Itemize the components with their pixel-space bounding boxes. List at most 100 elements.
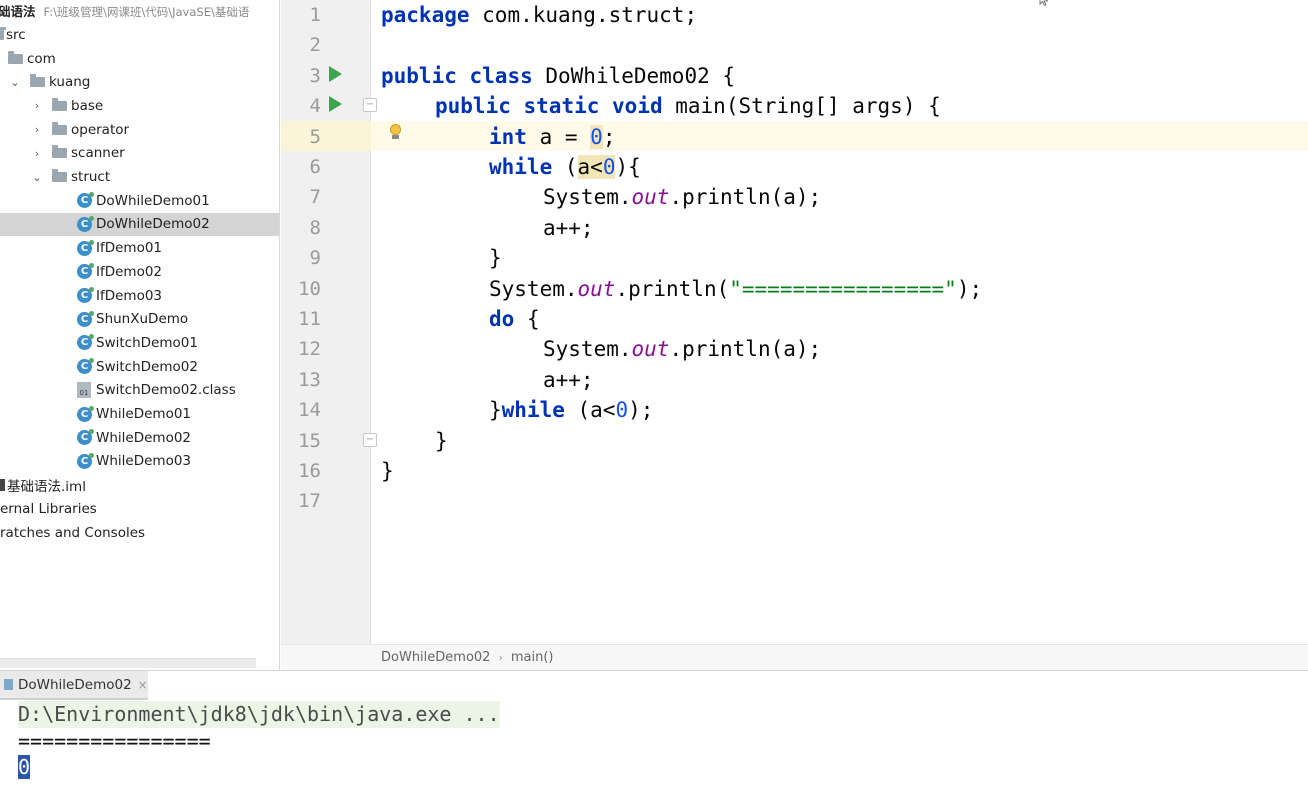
close-icon[interactable]: × (138, 678, 148, 692)
code-editor[interactable]: 1 2 3 4 5 6 7 8 9 10 11 12 13 14 15 16 1… (281, 0, 1308, 670)
folder-icon (0, 26, 6, 40)
line-number: 14 (298, 399, 321, 422)
tree-item-switchdemo02[interactable]: C SwitchDemo02 (0, 355, 279, 379)
tree-item-external-libraries[interactable]: ernal Libraries (0, 497, 279, 521)
java-class-icon: C (77, 405, 94, 422)
console-command-line: D:\Environment\jdk8\jdk\bin\java.exe ... (18, 701, 500, 728)
run-main-icon[interactable] (329, 96, 342, 112)
tree-item-label: SwitchDemo02.class (96, 382, 236, 399)
java-class-icon: C (77, 334, 94, 351)
tree-item-label: src (6, 26, 26, 43)
chevron-right-icon[interactable]: › (30, 99, 44, 112)
java-class-icon: C (77, 263, 94, 280)
tree-item-struct[interactable]: ⌄ struct (0, 165, 279, 189)
code-line-9: } (489, 246, 502, 271)
tree-item-iml[interactable]: 基础语法.iml (0, 473, 279, 497)
line-number: 1 (309, 4, 321, 26)
tree-item-label: IfDemo03 (96, 287, 163, 304)
tree-item-label: SwitchDemo02 (96, 358, 198, 375)
fold-minus-icon[interactable]: − (363, 98, 377, 112)
tree-item-operator[interactable]: › operator (0, 118, 279, 142)
java-class-icon: C (77, 192, 94, 209)
run-class-icon[interactable] (329, 66, 342, 82)
tree-item-label: WhileDemo01 (96, 406, 192, 423)
tree-item-label: 基础语法.iml (7, 479, 86, 496)
java-class-icon: C (77, 215, 94, 232)
chevron-down-icon[interactable]: ⌄ (30, 171, 44, 184)
tree-item-kuang[interactable]: ⌄ kuang (0, 70, 279, 94)
package-folder-icon (8, 50, 23, 64)
java-class-icon: C (77, 452, 94, 469)
tree-item-whiledemo02[interactable]: C WhileDemo02 (0, 426, 279, 450)
tree-item-ifdemo03[interactable]: C IfDemo03 (0, 284, 279, 308)
line-number: 7 (309, 186, 321, 209)
code-line-8: a++; (543, 215, 594, 240)
tree-item-label: WhileDemo02 (96, 429, 192, 446)
tree-item-shunxudemo[interactable]: C ShunXuDemo (0, 307, 279, 331)
code-line-10: System.out.println("================"); (489, 276, 983, 301)
code-line-6: while (a<0){ (489, 155, 641, 179)
chevron-right-icon[interactable]: › (30, 123, 44, 136)
tree-item-label: IfDemo02 (96, 263, 163, 280)
line-number: 2 (309, 34, 321, 57)
run-tab-dowhiledemo02[interactable]: DoWhileDemo02 × (0, 671, 148, 700)
module-file-icon (0, 479, 5, 492)
tree-item-dowhiledemo01[interactable]: C DoWhileDemo01 (0, 189, 279, 213)
package-folder-icon (52, 121, 67, 135)
tree-item-label: SwitchDemo01 (96, 334, 198, 351)
java-class-icon: C (77, 358, 94, 375)
mouse-cursor-icon (1039, 0, 1049, 6)
tree-item-ifdemo01[interactable]: C IfDemo01 (0, 236, 279, 260)
line-number: 4 (309, 95, 321, 118)
code-line-1: package com.kuang.struct; (381, 3, 698, 27)
line-number: 13 (298, 368, 321, 391)
tree-item-label: base (71, 97, 104, 114)
tree-item-label: kuang (49, 74, 91, 91)
tree-item-switchdemo01[interactable]: C SwitchDemo01 (0, 331, 279, 355)
tree-item-label: DoWhileDemo02 (96, 216, 210, 233)
chevron-down-icon[interactable]: ⌄ (8, 76, 22, 89)
tree-item-dowhiledemo02[interactable]: C DoWhileDemo02 (0, 212, 279, 237)
tree-item-label: struct (71, 169, 111, 186)
code-line-5: int a = 0; (489, 124, 616, 149)
line-number: 10 (298, 277, 321, 300)
tree-item-switchdemo02-class[interactable]: 01 SwitchDemo02.class (0, 379, 279, 403)
tree-item-base[interactable]: › base (0, 94, 279, 118)
line-number: 16 (298, 460, 321, 482)
line-number: 3 (309, 64, 321, 87)
project-tool-window: 础语法 F:\班级管理\网课班\代码\JavaSE\基础语 src com ⌄ k… (0, 0, 280, 670)
code-line-16: } (381, 459, 394, 483)
breadcrumb-method[interactable]: main() (511, 650, 554, 665)
line-number: 6 (309, 156, 321, 178)
line-number: 9 (309, 247, 321, 270)
project-path: F:\班级管理\网课班\代码\JavaSE\基础语 (43, 5, 250, 19)
console-output-line: 0 (18, 754, 31, 781)
tree-item-whiledemo01[interactable]: C WhileDemo01 (0, 402, 279, 426)
line-number: 8 (309, 216, 321, 239)
tree-item-com[interactable]: com (0, 47, 279, 71)
editor-breadcrumbs: DoWhileDemo02 › main() (281, 644, 1308, 670)
project-horizontal-scrollbar[interactable] (0, 658, 256, 668)
breadcrumb-class[interactable]: DoWhileDemo02 (381, 650, 490, 665)
line-number: 12 (298, 338, 321, 361)
current-line-highlight (281, 121, 1308, 152)
code-line-13: a++; (543, 367, 594, 392)
tree-item-src[interactable]: src (0, 23, 279, 47)
chevron-right-icon[interactable]: › (30, 147, 44, 160)
tree-item-label: ernal Libraries (0, 500, 97, 517)
tree-item-whiledemo03[interactable]: C WhileDemo03 (0, 450, 279, 474)
line-number: 5 (309, 125, 321, 148)
package-folder-icon (52, 169, 67, 183)
project-name: 础语法 (0, 4, 36, 19)
code-line-15: } (435, 428, 448, 453)
tree-item-scratches[interactable]: ratches and Consoles (0, 521, 279, 545)
fold-end-icon[interactable]: − (363, 433, 377, 447)
selected-output-text[interactable]: 0 (18, 755, 31, 779)
tree-item-ifdemo02[interactable]: C IfDemo02 (0, 260, 279, 284)
tree-item-scanner[interactable]: › scanner (0, 142, 279, 166)
package-folder-icon (30, 74, 45, 88)
line-number: 11 (298, 308, 321, 330)
run-tool-window: DoWhileDemo02 × D:\Environment\jdk8\jdk\b… (0, 670, 1308, 795)
lightbulb-icon[interactable] (389, 124, 401, 140)
tree-item-label: scanner (71, 145, 125, 162)
